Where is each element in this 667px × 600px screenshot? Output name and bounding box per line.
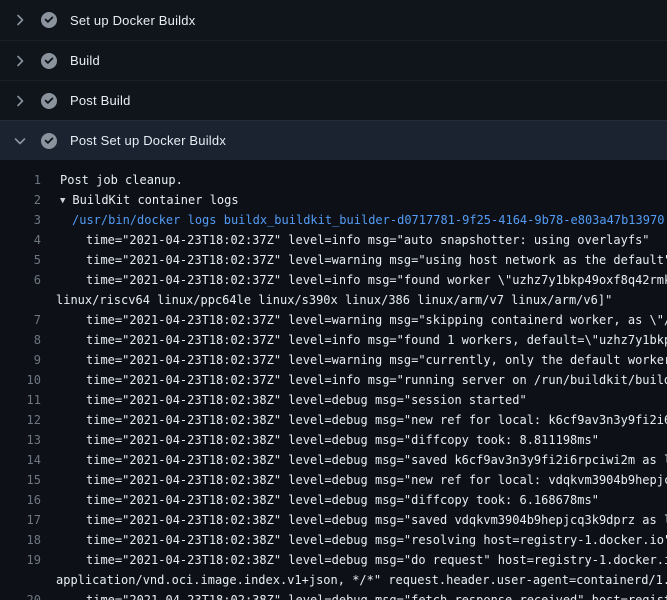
line-number[interactable]: 3 xyxy=(0,210,52,230)
log-line: 18time="2021-04-23T18:02:38Z" level=debu… xyxy=(0,530,667,550)
line-number[interactable]: 5 xyxy=(0,250,52,270)
step-label: Post Build xyxy=(70,93,131,108)
log-line: 2▼BuildKit container logs xyxy=(0,190,667,210)
log-line: 20time="2021-04-23T18:02:38Z" level=debu… xyxy=(0,590,667,600)
line-number xyxy=(0,570,52,590)
chevron-right-icon[interactable] xyxy=(12,53,28,69)
log-line-wrap: application/vnd.oci.image.index.v1+json,… xyxy=(0,570,667,590)
log-line: 7time="2021-04-23T18:02:37Z" level=warni… xyxy=(0,310,667,330)
log-text: time="2021-04-23T18:02:37Z" level=warnin… xyxy=(52,350,667,370)
log-line: 12time="2021-04-23T18:02:38Z" level=debu… xyxy=(0,410,667,430)
line-number[interactable]: 1 xyxy=(0,170,52,190)
log-text: /usr/bin/docker logs buildx_buildkit_bui… xyxy=(52,210,667,230)
line-number[interactable]: 2 xyxy=(0,190,52,210)
line-number[interactable]: 11 xyxy=(0,390,52,410)
line-number[interactable]: 4 xyxy=(0,230,52,250)
check-circle-icon xyxy=(41,53,57,69)
log-text: time="2021-04-23T18:02:38Z" level=debug … xyxy=(52,590,667,600)
log-text: time="2021-04-23T18:02:38Z" level=debug … xyxy=(52,430,667,450)
step-label: Set up Docker Buildx xyxy=(70,13,195,28)
step-header-post-setup-docker-buildx[interactable]: Post Set up Docker Buildx xyxy=(0,120,667,160)
check-circle-icon xyxy=(41,93,57,109)
log-line: 6time="2021-04-23T18:02:37Z" level=info … xyxy=(0,270,667,290)
log-text: time="2021-04-23T18:02:37Z" level=warnin… xyxy=(52,310,667,330)
log-text: time="2021-04-23T18:02:38Z" level=debug … xyxy=(52,410,667,430)
step-label: Build xyxy=(70,53,100,68)
log-text: time="2021-04-23T18:02:37Z" level=info m… xyxy=(52,330,667,350)
log-text: time="2021-04-23T18:02:38Z" level=debug … xyxy=(52,550,667,570)
log-line: 14time="2021-04-23T18:02:38Z" level=debu… xyxy=(0,450,667,470)
chevron-down-icon[interactable] xyxy=(12,133,28,149)
log-text: time="2021-04-23T18:02:38Z" level=debug … xyxy=(52,530,667,550)
log-line: 9time="2021-04-23T18:02:37Z" level=warni… xyxy=(0,350,667,370)
log-text: application/vnd.oci.image.index.v1+json,… xyxy=(52,570,667,590)
log-line: 11time="2021-04-23T18:02:38Z" level=debu… xyxy=(0,390,667,410)
line-number[interactable]: 6 xyxy=(0,270,52,290)
line-number[interactable]: 15 xyxy=(0,470,52,490)
log-text: ▼BuildKit container logs xyxy=(52,190,667,210)
log-line: 16time="2021-04-23T18:02:38Z" level=debu… xyxy=(0,490,667,510)
log-text: Post job cleanup. xyxy=(52,170,667,190)
log-line: 5time="2021-04-23T18:02:37Z" level=warni… xyxy=(0,250,667,270)
line-number[interactable]: 16 xyxy=(0,490,52,510)
step-header-post-build[interactable]: Post Build xyxy=(0,80,667,120)
log-text: time="2021-04-23T18:02:38Z" level=debug … xyxy=(52,470,667,490)
log-text: time="2021-04-23T18:02:38Z" level=debug … xyxy=(52,450,667,470)
log-text: time="2021-04-23T18:02:37Z" level=info m… xyxy=(52,230,667,250)
log-line-wrap: linux/riscv64 linux/ppc64le linux/s390x … xyxy=(0,290,667,310)
chevron-right-icon[interactable] xyxy=(12,93,28,109)
check-circle-icon xyxy=(41,12,57,28)
log-text: time="2021-04-23T18:02:38Z" level=debug … xyxy=(52,490,667,510)
log-line: 15time="2021-04-23T18:02:38Z" level=debu… xyxy=(0,470,667,490)
log-line: 3/usr/bin/docker logs buildx_buildkit_bu… xyxy=(0,210,667,230)
line-number[interactable]: 13 xyxy=(0,430,52,450)
log-line: 10time="2021-04-23T18:02:37Z" level=info… xyxy=(0,370,667,390)
step-list: Set up Docker Buildx Build Post Build xyxy=(0,0,667,160)
log-text: time="2021-04-23T18:02:37Z" level=info m… xyxy=(52,270,667,290)
log-viewer[interactable]: 1Post job cleanup.2▼BuildKit container l… xyxy=(0,160,667,600)
log-line: 4time="2021-04-23T18:02:37Z" level=info … xyxy=(0,230,667,250)
log-line: 17time="2021-04-23T18:02:38Z" level=debu… xyxy=(0,510,667,530)
log-text: linux/riscv64 linux/ppc64le linux/s390x … xyxy=(52,290,667,310)
line-number[interactable]: 19 xyxy=(0,550,52,570)
line-number[interactable]: 10 xyxy=(0,370,52,390)
log-text: time="2021-04-23T18:02:38Z" level=debug … xyxy=(52,510,667,530)
line-number[interactable]: 17 xyxy=(0,510,52,530)
line-number[interactable]: 20 xyxy=(0,590,52,600)
log-text: time="2021-04-23T18:02:37Z" level=info m… xyxy=(52,370,667,390)
line-number[interactable]: 9 xyxy=(0,350,52,370)
chevron-right-icon[interactable] xyxy=(12,12,28,28)
line-number[interactable]: 18 xyxy=(0,530,52,550)
log-line: 19time="2021-04-23T18:02:38Z" level=debu… xyxy=(0,550,667,570)
log-line: 13time="2021-04-23T18:02:38Z" level=debu… xyxy=(0,430,667,450)
log-line: 1Post job cleanup. xyxy=(0,170,667,190)
step-label: Post Set up Docker Buildx xyxy=(70,133,226,148)
line-number[interactable]: 14 xyxy=(0,450,52,470)
log-text: time="2021-04-23T18:02:37Z" level=warnin… xyxy=(52,250,667,270)
line-number[interactable]: 12 xyxy=(0,410,52,430)
step-header-build[interactable]: Build xyxy=(0,40,667,80)
actions-log-panel: Set up Docker Buildx Build Post Build xyxy=(0,0,667,600)
line-number xyxy=(0,290,52,310)
line-number[interactable]: 7 xyxy=(0,310,52,330)
step-header-setup-docker-buildx[interactable]: Set up Docker Buildx xyxy=(0,0,667,40)
log-line: 8time="2021-04-23T18:02:37Z" level=info … xyxy=(0,330,667,350)
check-circle-icon xyxy=(41,133,57,149)
group-collapse-icon[interactable]: ▼ xyxy=(60,196,65,206)
line-number[interactable]: 8 xyxy=(0,330,52,350)
log-text: time="2021-04-23T18:02:38Z" level=debug … xyxy=(52,390,667,410)
